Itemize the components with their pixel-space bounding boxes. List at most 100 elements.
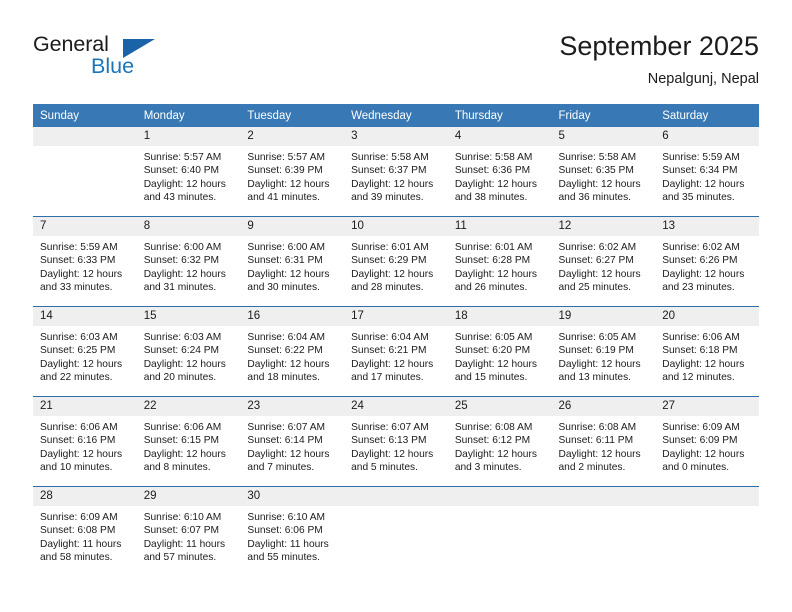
day-number: 18 xyxy=(447,307,552,326)
page-title: September 2025 xyxy=(559,31,759,61)
day-number: 10 xyxy=(344,217,448,236)
sunset-time: Sunset: 6:26 PM xyxy=(662,255,738,267)
sunrise-time: Sunrise: 5:59 AM xyxy=(40,242,118,253)
day-number: 15 xyxy=(136,307,241,326)
day-cell[interactable]: 5 Sunrise: 5:58 AM Sunset: 6:35 PM Daylight… xyxy=(551,127,656,216)
sunrise-time: Sunrise: 5:58 AM xyxy=(558,152,637,163)
day-cell[interactable]: 2 Sunrise: 5:57 AM Sunset: 6:39 PM Daylight… xyxy=(240,127,345,216)
calendar-table: Sunday Monday Tuesday Wednesday Thursday… xyxy=(33,104,759,576)
day-number: 13 xyxy=(655,217,759,236)
daylight-duration-line2: and 30 minutes. xyxy=(247,281,320,293)
day-cell[interactable]: 7 Sunrise: 5:59 AM Sunset: 6:33 PM Daylight… xyxy=(33,217,137,306)
day-cell[interactable]: 26 Sunrise: 6:08 AM Sunset: 6:11 PM Dayligh… xyxy=(551,397,656,486)
day-cell[interactable]: 21 Sunrise: 6:06 AM Sunset: 6:16 PM Dayligh… xyxy=(33,397,137,486)
sunrise-time: Sunrise: 6:08 AM xyxy=(558,422,637,433)
calendar-cell: 29 Sunrise: 6:10 AM Sunset: 6:07 PM Dayligh… xyxy=(136,486,241,576)
daylight-duration-line2: and 18 minutes. xyxy=(247,371,320,383)
day-sun-info: Sunrise: 5:58 AM Sunset: 6:35 PM Daylight:… xyxy=(552,146,656,204)
day-cell[interactable]: 8 Sunrise: 6:00 AM Sunset: 6:32 PM Daylight… xyxy=(136,217,241,306)
day-cell[interactable]: 20 Sunrise: 6:06 AM Sunset: 6:18 PM Dayligh… xyxy=(655,307,759,396)
sunset-time: Sunset: 6:07 PM xyxy=(143,525,220,537)
day-cell[interactable]: 10 Sunrise: 6:01 AM Sunset: 6:29 PM Dayligh… xyxy=(344,217,448,306)
day-cell[interactable]: 3 Sunrise: 5:58 AM Sunset: 6:37 PM Daylight… xyxy=(344,127,448,216)
day-cell[interactable]: 4 Sunrise: 5:58 AM Sunset: 6:36 PM Daylight… xyxy=(447,127,552,216)
sunset-time: Sunset: 6:06 PM xyxy=(247,525,323,537)
day-cell[interactable]: 12 Sunrise: 6:02 AM Sunset: 6:27 PM Dayligh… xyxy=(551,217,656,306)
sunrise-time: Sunrise: 6:06 AM xyxy=(143,422,222,433)
daylight-duration-line1: Daylight: 12 hours xyxy=(143,178,226,190)
daylight-duration-line2: and 38 minutes. xyxy=(454,191,528,203)
sunrise-time: Sunrise: 6:05 AM xyxy=(558,332,637,343)
daylight-duration-line1: Daylight: 12 hours xyxy=(247,358,330,370)
day-cell[interactable]: 17 Sunrise: 6:04 AM Sunset: 6:21 PM Dayligh… xyxy=(344,307,448,396)
day-sun-info: Sunrise: 6:03 AM Sunset: 6:24 PM Daylight:… xyxy=(137,326,241,384)
daylight-duration-line1: Daylight: 12 hours xyxy=(662,178,745,190)
daylight-duration-line1: Daylight: 12 hours xyxy=(143,448,226,460)
day-number: 25 xyxy=(447,397,552,416)
calendar-cell: 23 Sunrise: 6:07 AM Sunset: 6:14 PM Dayligh… xyxy=(240,396,345,487)
day-sun-info: Sunrise: 6:01 AM Sunset: 6:28 PM Daylight:… xyxy=(448,236,552,294)
sunset-time: Sunset: 6:15 PM xyxy=(143,435,220,447)
calendar-header-row: Sunday Monday Tuesday Wednesday Thursday… xyxy=(33,104,759,127)
sunset-time: Sunset: 6:08 PM xyxy=(40,525,116,537)
day-cell[interactable]: 14 Sunrise: 6:03 AM Sunset: 6:25 PM Dayligh… xyxy=(33,307,137,396)
day-cell[interactable]: 30 Sunrise: 6:10 AM Sunset: 6:06 PM Dayligh… xyxy=(240,487,345,576)
day-cell[interactable]: 13 Sunrise: 6:02 AM Sunset: 6:26 PM Dayligh… xyxy=(655,217,759,306)
day-cell[interactable]: 11 Sunrise: 6:01 AM Sunset: 6:28 PM Dayligh… xyxy=(447,217,552,306)
sunset-time: Sunset: 6:20 PM xyxy=(454,345,531,357)
calendar-body: 1 Sunrise: 5:57 AM Sunset: 6:40 PM Daylight… xyxy=(33,127,759,576)
day-cell[interactable]: 15 Sunrise: 6:03 AM Sunset: 6:24 PM Dayligh… xyxy=(136,307,241,396)
day-cell[interactable]: 27 Sunrise: 6:09 AM Sunset: 6:09 PM Dayligh… xyxy=(655,397,759,486)
day-sun-info: Sunrise: 6:06 AM Sunset: 6:18 PM Daylight:… xyxy=(655,326,759,384)
day-sun-info: Sunrise: 6:06 AM Sunset: 6:15 PM Daylight:… xyxy=(137,416,241,474)
calendar-week-row: 21 Sunrise: 6:06 AM Sunset: 6:16 PM Dayligh… xyxy=(33,396,759,487)
day-cell[interactable]: 23 Sunrise: 6:07 AM Sunset: 6:14 PM Dayligh… xyxy=(240,397,345,486)
daylight-duration-line2: and 3 minutes. xyxy=(454,461,522,473)
calendar-week-row: 1 Sunrise: 5:57 AM Sunset: 6:40 PM Daylight… xyxy=(33,127,759,217)
sunset-time: Sunset: 6:12 PM xyxy=(454,435,531,447)
daylight-duration-line1: Daylight: 11 hours xyxy=(40,538,122,550)
daylight-duration-line2: and 39 minutes. xyxy=(351,191,424,203)
day-cell[interactable]: 24 Sunrise: 6:07 AM Sunset: 6:13 PM Dayligh… xyxy=(344,397,448,486)
daylight-duration-line2: and 2 minutes. xyxy=(558,461,626,473)
day-number xyxy=(33,127,137,146)
calendar-cell: 25 Sunrise: 6:08 AM Sunset: 6:12 PM Dayligh… xyxy=(447,396,552,487)
day-cell[interactable]: 25 Sunrise: 6:08 AM Sunset: 6:12 PM Dayligh… xyxy=(447,397,552,486)
day-cell[interactable]: 29 Sunrise: 6:10 AM Sunset: 6:07 PM Dayligh… xyxy=(136,487,241,576)
sunrise-time: Sunrise: 6:06 AM xyxy=(40,422,118,433)
day-cell[interactable]: 18 Sunrise: 6:05 AM Sunset: 6:20 PM Dayligh… xyxy=(447,307,552,396)
weekday-header-saturday: Saturday xyxy=(655,104,759,127)
daylight-duration-line2: and 31 minutes. xyxy=(143,281,217,293)
weekday-header-sunday: Sunday xyxy=(33,104,137,127)
weekday-header-tuesday: Tuesday xyxy=(240,104,345,127)
day-number: 29 xyxy=(136,487,241,506)
sunset-time: Sunset: 6:27 PM xyxy=(558,255,634,267)
day-cell[interactable]: 1 Sunrise: 5:57 AM Sunset: 6:40 PM Daylight… xyxy=(136,127,241,216)
daylight-duration-line1: Daylight: 12 hours xyxy=(454,178,537,190)
sunrise-time: Sunrise: 6:03 AM xyxy=(143,332,222,343)
daylight-duration-line1: Daylight: 12 hours xyxy=(351,448,434,460)
daylight-duration-line2: and 28 minutes. xyxy=(351,281,424,293)
sunrise-time: Sunrise: 6:09 AM xyxy=(662,422,740,433)
day-number: 6 xyxy=(655,127,759,146)
daylight-duration-line2: and 55 minutes. xyxy=(247,551,320,563)
day-sun-info: Sunrise: 6:05 AM Sunset: 6:20 PM Daylight:… xyxy=(448,326,552,384)
sunset-time: Sunset: 6:34 PM xyxy=(662,165,738,177)
sunset-time: Sunset: 6:18 PM xyxy=(662,345,738,357)
daylight-duration-line1: Daylight: 12 hours xyxy=(558,358,641,370)
calendar-cell: 21 Sunrise: 6:06 AM Sunset: 6:16 PM Dayligh… xyxy=(33,396,137,487)
sunset-time: Sunset: 6:32 PM xyxy=(143,255,220,267)
day-number: 17 xyxy=(344,307,448,326)
daylight-duration-line1: Daylight: 12 hours xyxy=(247,178,330,190)
day-sun-info: Sunrise: 6:06 AM Sunset: 6:16 PM Daylight:… xyxy=(33,416,137,474)
calendar-week-row: 14 Sunrise: 6:03 AM Sunset: 6:25 PM Dayligh… xyxy=(33,306,759,397)
day-cell[interactable]: 9 Sunrise: 6:00 AM Sunset: 6:31 PM Daylight… xyxy=(240,217,345,306)
general-blue-logo[interactable]: General Blue xyxy=(33,32,233,92)
daylight-duration-line1: Daylight: 12 hours xyxy=(558,448,641,460)
day-cell[interactable]: 6 Sunrise: 5:59 AM Sunset: 6:34 PM Daylight… xyxy=(655,127,759,216)
day-cell[interactable]: 19 Sunrise: 6:05 AM Sunset: 6:19 PM Dayligh… xyxy=(551,307,656,396)
daylight-duration-line2: and 17 minutes. xyxy=(351,371,424,383)
day-cell[interactable]: 28 Sunrise: 6:09 AM Sunset: 6:08 PM Dayligh… xyxy=(33,487,137,576)
day-cell[interactable]: 16 Sunrise: 6:04 AM Sunset: 6:22 PM Dayligh… xyxy=(240,307,345,396)
day-cell[interactable]: 22 Sunrise: 6:06 AM Sunset: 6:15 PM Dayligh… xyxy=(136,397,241,486)
